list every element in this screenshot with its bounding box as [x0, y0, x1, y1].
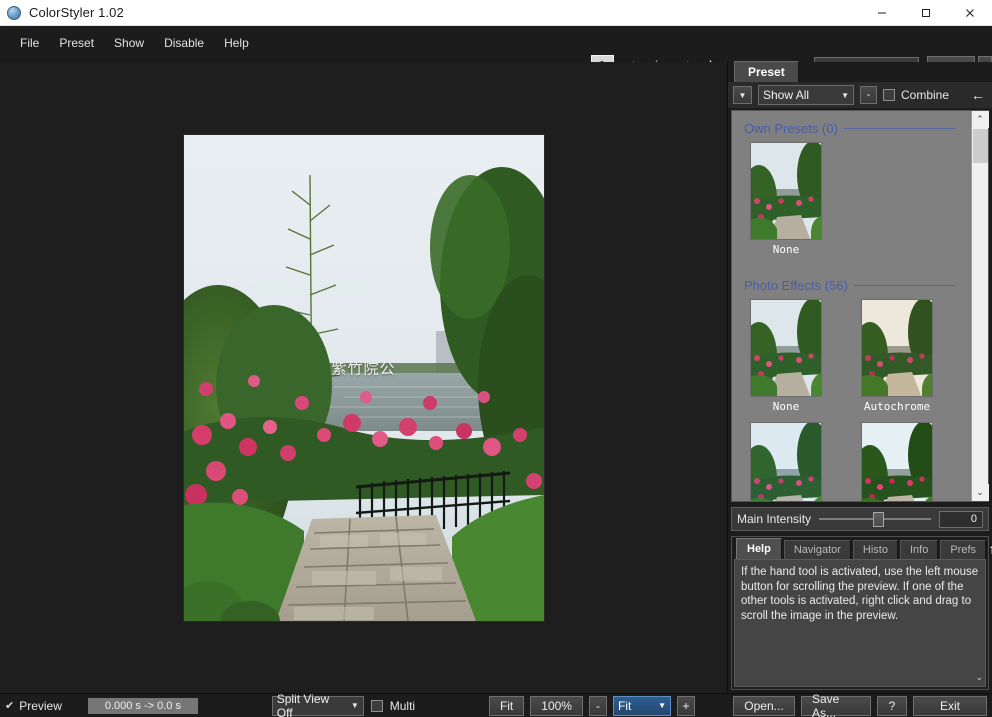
zoom-out-button[interactable]: - — [588, 695, 607, 716]
tab-prefs[interactable]: Prefs — [940, 540, 987, 559]
photo-effects-row-2 — [740, 422, 963, 501]
split-view-controls: Split View Off ▼ Multi — [271, 692, 416, 717]
preset-filter-value: Show All — [763, 88, 810, 102]
preset-remove-button[interactable]: - — [860, 86, 877, 104]
zoom-level-select[interactable]: Fit ▼ — [612, 695, 671, 716]
open-button[interactable]: Open... — [732, 695, 795, 716]
combine-checkbox[interactable] — [883, 89, 895, 101]
preset-thumbnail[interactable] — [750, 142, 822, 240]
split-view-select[interactable]: Split View Off ▼ — [271, 692, 364, 717]
tab-histo[interactable]: Histo — [852, 540, 898, 559]
preview-toggle[interactable]: ✔ Preview — [5, 699, 62, 713]
tab-preset[interactable]: Preset — [734, 61, 799, 82]
menu-bar: File Preset Show Disable Help — [0, 26, 259, 60]
split-view-value: Split View Off — [276, 691, 330, 717]
panel-expand-up-icon[interactable]: ⬆ — [988, 543, 992, 559]
group-own-presets-title: Own Presets (0) — [744, 121, 838, 136]
preset-tab-bar: Preset — [728, 61, 992, 82]
help-text: If the hand tool is activated, use the l… — [734, 559, 986, 687]
multi-checkbox[interactable] — [370, 699, 383, 712]
image-watermark: 紫竹院公 — [331, 360, 396, 378]
preset-label: None — [772, 400, 800, 413]
multi-label: Multi — [389, 698, 416, 713]
check-icon: ✔ — [5, 700, 15, 712]
fit-button[interactable]: Fit — [488, 695, 525, 716]
menu-item-preset[interactable]: Preset — [49, 33, 104, 53]
main-intensity-slider[interactable] — [819, 511, 931, 527]
zoom-and-action-controls: Fit 100% - Fit ▼ + Open... Save As... ? … — [488, 692, 987, 717]
help-button[interactable]: ? — [876, 695, 907, 716]
preset-scrollbar[interactable]: ⌃ ⌄ — [971, 111, 989, 501]
group-photo-effects: Photo Effects (56) — [744, 278, 963, 293]
group-divider — [853, 285, 955, 286]
close-button[interactable] — [948, 0, 992, 26]
tab-help[interactable]: Help — [736, 538, 782, 559]
preview-canvas[interactable]: 紫竹院公 — [0, 62, 728, 693]
preset-item[interactable]: None — [750, 142, 832, 256]
own-presets-row: None — [740, 142, 963, 256]
main-body: 紫竹院公 Preset ▼ Show All ▼ - Combine ← Own… — [0, 61, 992, 693]
chevron-down-icon: ▼ — [841, 90, 849, 100]
preset-list[interactable]: Own Presets (0) None Photo Effects (56) … — [732, 111, 971, 501]
tab-info[interactable]: Info — [899, 540, 939, 559]
menu-item-show[interactable]: Show — [104, 33, 154, 53]
zoom-level-value: Fit — [617, 698, 632, 713]
preset-filter-select[interactable]: Show All ▼ — [758, 85, 854, 105]
scrollbar-thumb[interactable] — [972, 129, 988, 163]
preview-toggle-label: Preview — [19, 698, 62, 713]
chevron-down-icon: ▼ — [350, 701, 359, 710]
minimize-button[interactable] — [860, 0, 904, 26]
timing-readout: 0.000 s -> 0.0 s — [87, 697, 198, 714]
window-controls — [860, 0, 992, 26]
window-title: ColorStyler 1.02 — [29, 5, 124, 20]
main-intensity-label: Main Intensity — [737, 512, 812, 526]
help-panel: Help Navigator Histo Info Prefs ⬆ If the… — [731, 536, 992, 690]
app-sphere-icon — [7, 5, 21, 20]
scroll-up-icon[interactable]: ⌃ — [971, 111, 989, 128]
title-bar: ColorStyler 1.02 — [0, 0, 992, 26]
preset-menu-button[interactable]: ▼ — [733, 86, 752, 104]
menu-item-disable[interactable]: Disable — [154, 33, 214, 53]
save-as-button[interactable]: Save As... — [800, 692, 871, 717]
preview-image[interactable]: 紫竹院公 — [183, 134, 544, 621]
preset-list-container: Own Presets (0) None Photo Effects (56) … — [731, 110, 989, 502]
scroll-down-icon[interactable]: ⌄ — [971, 484, 989, 501]
preset-item[interactable]: Autochrome — [861, 299, 943, 413]
preset-thumbnail[interactable] — [861, 422, 933, 501]
preset-thumbnail[interactable] — [861, 299, 933, 397]
preset-item[interactable]: None — [750, 299, 832, 413]
chevron-down-icon: ▼ — [658, 701, 666, 710]
main-intensity-value[interactable]: 0 — [939, 510, 983, 528]
preset-item[interactable] — [750, 422, 832, 501]
exit-button[interactable]: Exit — [912, 695, 987, 716]
group-own-presets: Own Presets (0) — [744, 121, 963, 136]
photo-effects-row-1: None Autochrome — [740, 299, 963, 413]
right-panel: Preset ▼ Show All ▼ - Combine ← Own Pres… — [728, 61, 992, 693]
menu-toolbar-strip: File Preset Show Disable Help Preview 1 … — [0, 26, 992, 91]
help-tab-bar: Help Navigator Histo Info Prefs ⬆ — [732, 537, 992, 559]
zoom-100-button[interactable]: 100% — [530, 695, 583, 716]
menu-item-file[interactable]: File — [10, 33, 49, 53]
status-bar: ✔ Preview 0.000 s -> 0.0 s Split View Of… — [0, 692, 992, 717]
help-scroll-down-icon[interactable]: ⌄ — [975, 670, 983, 685]
main-intensity-row: Main Intensity 0 — [731, 507, 989, 531]
preset-label: Autochrome — [863, 400, 931, 413]
menu-item-help[interactable]: Help — [214, 33, 259, 53]
combine-label: Combine — [901, 88, 950, 102]
tab-navigator[interactable]: Navigator — [783, 540, 851, 559]
group-divider — [843, 128, 955, 129]
zoom-in-button[interactable]: + — [676, 695, 695, 716]
panel-collapse-arrow-icon[interactable]: ← — [971, 87, 987, 103]
preset-item[interactable] — [861, 422, 943, 501]
help-text-body: If the hand tool is activated, use the l… — [741, 566, 979, 622]
maximize-button[interactable] — [904, 0, 948, 26]
preset-label: None — [772, 243, 800, 256]
group-photo-effects-title: Photo Effects (56) — [744, 278, 848, 293]
slider-knob[interactable] — [872, 511, 884, 527]
preset-thumbnail[interactable] — [750, 299, 822, 397]
preset-thumbnail[interactable] — [750, 422, 822, 501]
preset-toolbar: ▼ Show All ▼ - Combine ← — [728, 82, 992, 108]
